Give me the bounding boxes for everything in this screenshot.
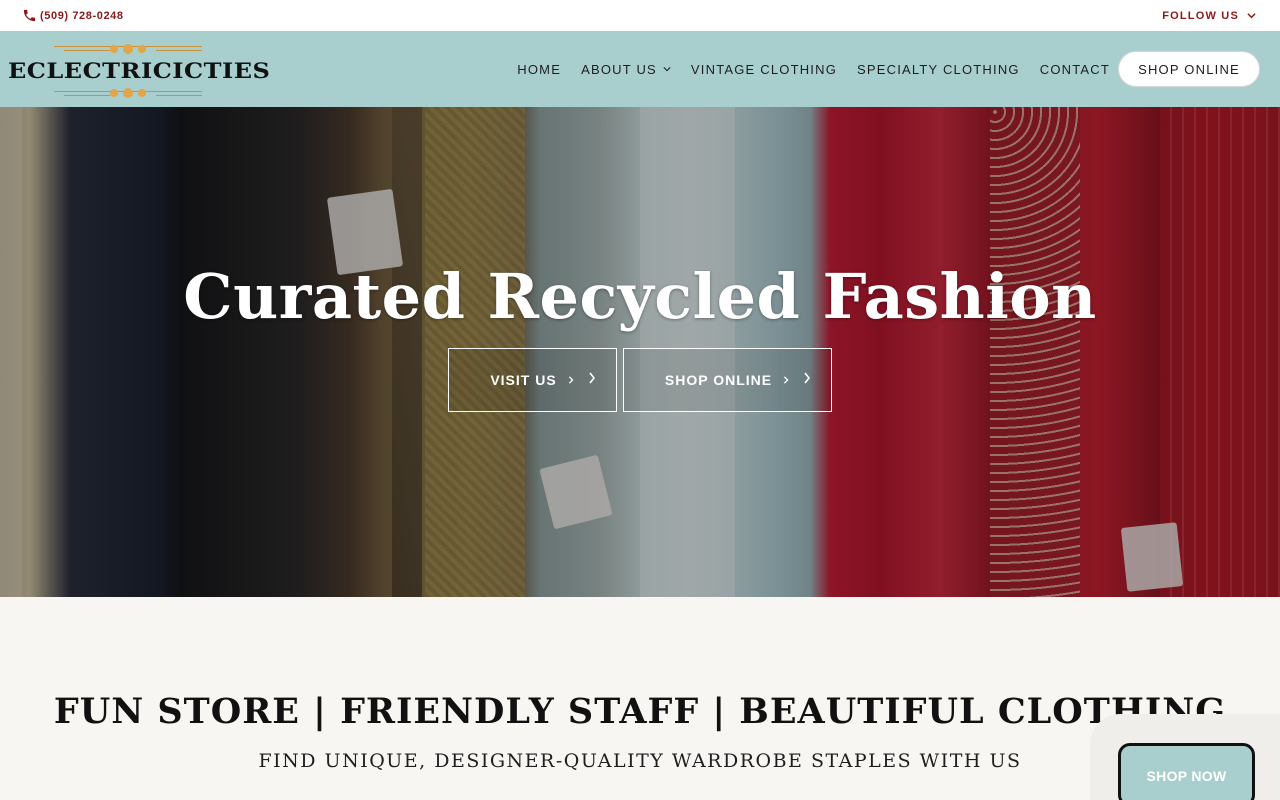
nav-label: ABOUT US xyxy=(581,61,657,77)
nav-label: HOME xyxy=(517,61,562,77)
logo-rule xyxy=(156,50,202,51)
nav-specialty-clothing[interactable]: SPECIALTY CLOTHING xyxy=(857,62,1020,77)
chevron-right-icon xyxy=(589,372,596,384)
logo-rule xyxy=(64,50,110,51)
hero-title: Curated Recycled Fashion xyxy=(183,260,1097,333)
logo-rule xyxy=(156,95,202,96)
shop-now-floating-button[interactable]: SHOP NOW xyxy=(1118,743,1255,800)
nav-contact[interactable]: CONTACT xyxy=(1040,62,1110,77)
logo-text: ECLECTRICICTIES xyxy=(8,57,271,84)
phone-icon xyxy=(23,9,36,22)
phone-number: (509) 728-0248 xyxy=(40,9,124,22)
chevron-down-icon xyxy=(663,67,671,72)
logo[interactable]: ECLECTRICICTIES xyxy=(8,43,270,99)
shop-online-hero-button[interactable]: SHOP ONLINE xyxy=(623,348,832,412)
follow-us-label: FOLLOW US xyxy=(1162,9,1239,22)
top-bar: (509) 728-0248 FOLLOW US xyxy=(0,0,1280,31)
shop-online-button[interactable]: SHOP ONLINE xyxy=(1118,51,1260,87)
chevron-down-icon xyxy=(1247,13,1256,19)
intro-subheading: FIND UNIQUE, DESIGNER-QUALITY WARDROBE S… xyxy=(258,750,1022,772)
logo-dot xyxy=(138,45,146,53)
logo-dot xyxy=(138,89,146,97)
chevron-right-icon xyxy=(804,372,811,384)
visit-us-label: VISIT US xyxy=(490,372,557,388)
chevron-right-icon xyxy=(568,376,574,384)
nav-label: SPECIALTY CLOTHING xyxy=(857,61,1020,77)
nav-label: VINTAGE CLOTHING xyxy=(690,61,838,77)
nav-label: CONTACT xyxy=(1039,61,1110,77)
logo-dot xyxy=(123,88,133,98)
shop-online-label: SHOP ONLINE xyxy=(664,372,773,388)
logo-dot xyxy=(110,89,118,97)
nav-about-us[interactable]: ABOUT US xyxy=(581,62,671,77)
phone-link[interactable]: (509) 728-0248 xyxy=(22,8,124,23)
nav-vintage-clothing[interactable]: VINTAGE CLOTHING xyxy=(691,62,837,77)
visit-us-button[interactable]: VISIT US xyxy=(448,348,617,412)
logo-dot xyxy=(123,44,133,54)
logo-rule xyxy=(64,95,110,96)
logo-dot xyxy=(110,45,118,53)
hero-banner: Curated Recycled Fashion VISIT US SHOP O… xyxy=(0,107,1280,597)
site-header: ECLECTRICICTIES HOME ABOUT US VINTAGE CL… xyxy=(0,31,1280,107)
chevron-right-icon xyxy=(784,376,789,384)
follow-us-dropdown[interactable]: FOLLOW US xyxy=(1162,10,1256,22)
intro-heading: FUN STORE | FRIENDLY STAFF | BEAUTIFUL C… xyxy=(53,691,1227,732)
main-nav: HOME ABOUT US VINTAGE CLOTHING SPECIALTY… xyxy=(517,31,1110,107)
nav-home[interactable]: HOME xyxy=(517,62,561,77)
